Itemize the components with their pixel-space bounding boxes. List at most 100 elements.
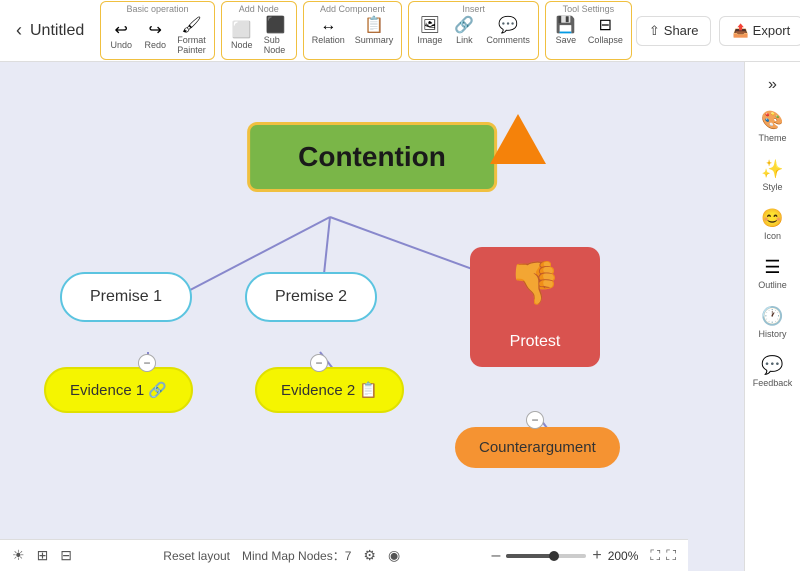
- comments-button[interactable]: 💬 Comments: [482, 16, 534, 47]
- toolbar-group-toolsettings: Tool Settings 💾 Save ⊟ Collapse: [545, 1, 632, 60]
- toolbar-group-addcomponent-label: Add Component: [308, 4, 398, 14]
- node-icon: ⬜: [232, 23, 252, 39]
- toolbar-items-basic: ↩ Undo ↪ Redo 🖌 Format Painter: [105, 16, 210, 57]
- subnode-icon: ⬛: [266, 18, 286, 34]
- format-painter-icon: 🖌: [181, 18, 201, 34]
- sidebar-item-feedback[interactable]: 💬 Feedback: [749, 349, 797, 394]
- sidebar-item-outline[interactable]: ☰ Outline: [749, 251, 797, 296]
- subnode-button[interactable]: ⬛ Sub Node: [260, 16, 292, 57]
- comments-icon: 💬: [498, 18, 518, 34]
- undo-icon: ↩: [115, 23, 128, 39]
- canvas[interactable]: Contention Premise 1 − Premise 2 − 👎 Pro…: [0, 62, 744, 571]
- fit-screen-icon[interactable]: ⛶: [650, 547, 660, 564]
- collapse-label: Collapse: [588, 35, 623, 45]
- history-label: History: [758, 329, 786, 339]
- sidebar-item-style[interactable]: ✨ Style: [749, 153, 797, 198]
- toolbar-group-basic: Basic operation ↩ Undo ↪ Redo 🖌 Format P…: [100, 1, 215, 60]
- share-label: Share: [664, 23, 699, 38]
- redo-icon: ↪: [149, 23, 162, 39]
- style-label: Style: [762, 182, 782, 192]
- header-right: ⇧ Share 📤 Export: [636, 16, 800, 46]
- sidebar-item-icon[interactable]: 😊 Icon: [749, 202, 797, 247]
- relation-label: Relation: [312, 35, 345, 45]
- right-sidebar: » 🎨 Theme ✨ Style 😊 Icon ☰ Outline 🕐 His…: [744, 62, 800, 571]
- back-button[interactable]: ‹: [8, 16, 30, 45]
- node-evidence1[interactable]: Evidence 1 🔗: [44, 367, 193, 413]
- feedback-icon: 💬: [761, 355, 783, 376]
- node-contention[interactable]: Contention: [247, 122, 497, 192]
- toolbar-group-basic-label: Basic operation: [105, 4, 210, 14]
- collapse-button[interactable]: ⊟ Collapse: [584, 16, 627, 47]
- toolbar-items-addnode: ⬜ Node ⬛ Sub Node: [226, 16, 292, 57]
- fullscreen-icon[interactable]: ⛶: [666, 547, 676, 564]
- node-label: Node: [231, 40, 253, 50]
- undo-button[interactable]: ↩ Undo: [105, 21, 137, 52]
- style-icon: ✨: [761, 159, 783, 180]
- reset-layout-button[interactable]: Reset layout: [163, 549, 230, 563]
- collapse-icon: ⊟: [599, 18, 612, 34]
- zoom-in-button[interactable]: +: [592, 547, 601, 565]
- save-label: Save: [556, 35, 577, 45]
- settings-circle-icon[interactable]: ⚙: [363, 547, 376, 564]
- icon-label: Icon: [764, 231, 781, 241]
- fullscreen-controls: ⛶ ⛶: [650, 547, 676, 564]
- grid-icon[interactable]: ⊞: [37, 547, 49, 564]
- feedback-label: Feedback: [753, 378, 793, 388]
- toolbar-group-addcomponent: Add Component ↔ Relation 📋 Summary: [303, 1, 403, 60]
- node-counterargument[interactable]: Counterargument: [455, 427, 620, 468]
- thumbs-down-icon: 👎: [509, 259, 561, 308]
- toolbar-items-toolsettings: 💾 Save ⊟ Collapse: [550, 16, 627, 47]
- image-button[interactable]: 🖼 Image: [413, 16, 446, 47]
- toolbar-group-addnode: Add Node ⬜ Node ⬛ Sub Node: [221, 1, 297, 60]
- redo-button[interactable]: ↪ Redo: [139, 21, 171, 52]
- format-painter-button[interactable]: 🖌 Format Painter: [173, 16, 210, 57]
- export-label: Export: [753, 23, 791, 38]
- node-count: Mind Map Nodes：7: [242, 547, 351, 564]
- link-icon: 🔗: [454, 18, 474, 34]
- sun-icon[interactable]: ☀: [12, 547, 25, 564]
- share-map-icon[interactable]: ◉: [388, 547, 400, 564]
- zoom-slider[interactable]: [506, 554, 586, 558]
- redo-label: Redo: [144, 40, 166, 50]
- collapse-sidebar-button[interactable]: »: [762, 70, 783, 100]
- theme-icon: 🎨: [761, 110, 783, 131]
- toolbar-items-insert: 🖼 Image 🔗 Link 💬 Comments: [413, 16, 534, 47]
- collapse-protest-button[interactable]: −: [526, 411, 544, 429]
- share-icon: ⇧: [649, 23, 660, 39]
- emoji-icon: 😊: [761, 208, 783, 229]
- collapse-premise2-button[interactable]: −: [310, 354, 328, 372]
- zoom-slider-fill: [506, 554, 554, 558]
- share-button[interactable]: ⇧ Share: [636, 16, 712, 46]
- zoom-out-button[interactable]: –: [491, 547, 500, 565]
- node-evidence2[interactable]: Evidence 2 📋: [255, 367, 404, 413]
- summary-icon: 📋: [364, 18, 384, 34]
- link-button[interactable]: 🔗 Link: [448, 16, 480, 47]
- outline-label: Outline: [758, 280, 787, 290]
- save-button[interactable]: 💾 Save: [550, 16, 582, 47]
- document-title: Untitled: [30, 22, 84, 40]
- sidebar-item-theme[interactable]: 🎨 Theme: [749, 104, 797, 149]
- history-icon: 🕐: [761, 306, 783, 327]
- export-button[interactable]: 📤 Export: [719, 16, 800, 46]
- image-label: Image: [417, 35, 442, 45]
- sidebar-item-history[interactable]: 🕐 History: [749, 300, 797, 345]
- outline-icon: ☰: [764, 257, 780, 278]
- collapse-premise1-button[interactable]: −: [138, 354, 156, 372]
- toolbar-group-insert-label: Insert: [413, 4, 534, 14]
- header: ‹ Untitled Basic operation ↩ Undo ↪ Redo…: [0, 0, 800, 62]
- node-protest[interactable]: 👎 Protest: [470, 247, 600, 367]
- node-premise1[interactable]: Premise 1: [60, 272, 192, 322]
- layout-icon[interactable]: ⊟: [60, 547, 72, 564]
- relation-icon: ↔: [320, 18, 336, 34]
- theme-label: Theme: [758, 133, 786, 143]
- save-icon: 💾: [556, 18, 576, 34]
- summary-button[interactable]: 📋 Summary: [351, 16, 398, 47]
- toolbar-group-insert: Insert 🖼 Image 🔗 Link 💬 Comments: [408, 1, 539, 60]
- node-premise2[interactable]: Premise 2: [245, 272, 377, 322]
- node-button[interactable]: ⬜ Node: [226, 21, 258, 52]
- relation-button[interactable]: ↔ Relation: [308, 16, 349, 47]
- arrow-up-indicator: [490, 114, 546, 164]
- image-icon: 🖼: [420, 18, 440, 34]
- toolbar-group-toolsettings-label: Tool Settings: [550, 4, 627, 14]
- toolbar-group-addnode-label: Add Node: [226, 4, 292, 14]
